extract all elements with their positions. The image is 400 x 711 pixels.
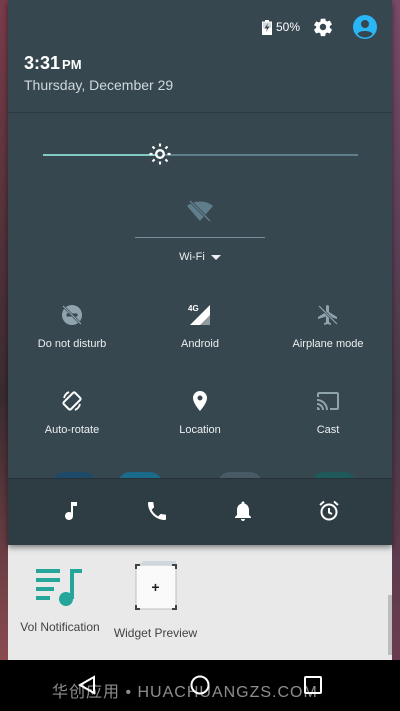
notification-actions bbox=[8, 499, 392, 523]
tile-android[interactable]: 4G Android bbox=[136, 303, 264, 350]
battery-indicator: 50% bbox=[261, 19, 300, 35]
battery-charging-icon bbox=[261, 19, 272, 35]
tile-airplane-mode[interactable]: Airplane mode bbox=[264, 303, 392, 350]
wifi-dropdown[interactable]: Wi-Fi bbox=[8, 251, 392, 263]
notification-shade[interactable]: 50% 3:31 PM Thursday, December 29 Wi-Fi … bbox=[8, 0, 392, 545]
wifi-label: Wi-Fi bbox=[179, 251, 205, 263]
airplane-icon bbox=[318, 305, 338, 325]
tile-cast[interactable]: Cast bbox=[264, 389, 392, 436]
notification-card[interactable] bbox=[8, 478, 392, 545]
rotate-icon bbox=[62, 391, 82, 411]
tile-label: Cast bbox=[316, 424, 340, 436]
vol-notification-icon bbox=[36, 569, 82, 606]
date[interactable]: Thursday, December 29 bbox=[24, 77, 173, 93]
clock[interactable]: 3:31 PM bbox=[24, 53, 82, 74]
app-vol-notification[interactable]: Vol Notification bbox=[20, 565, 100, 634]
brightness-slider[interactable] bbox=[43, 143, 358, 165]
app-label: Vol Notification bbox=[20, 620, 100, 634]
cellular-4g-icon: 4G bbox=[188, 304, 210, 325]
wallpaper-edge-right bbox=[392, 0, 400, 660]
watermark: 华创应用 • HUACHUANGZS.COM bbox=[52, 684, 318, 701]
clock-time: 3:31 bbox=[24, 53, 61, 73]
brightness-thumb-icon[interactable] bbox=[148, 142, 172, 166]
home-screen: Vol Notification + Widget Preview bbox=[8, 545, 392, 660]
app-label: Widget Preview bbox=[113, 626, 198, 640]
battery-percent: 50% bbox=[275, 20, 300, 34]
tile-label: Auto-rotate bbox=[44, 424, 100, 436]
tile-label: Do not disturb bbox=[37, 338, 107, 350]
tile-auto-rotate[interactable]: Auto-rotate bbox=[8, 389, 136, 436]
account-circle-icon[interactable] bbox=[352, 14, 378, 40]
status-row: 50% bbox=[261, 14, 378, 40]
tile-do-not-disturb[interactable]: Do not disturb bbox=[8, 303, 136, 350]
tile-location[interactable]: Location bbox=[136, 389, 264, 436]
location-pin-icon bbox=[193, 391, 207, 411]
tile-label: Location bbox=[179, 424, 221, 436]
wifi-divider bbox=[135, 237, 265, 238]
gear-icon[interactable] bbox=[312, 16, 334, 38]
chevron-down-icon bbox=[210, 254, 221, 260]
app-widget-preview[interactable]: + Widget Preview bbox=[108, 559, 203, 640]
cast-icon bbox=[317, 392, 339, 410]
phone-icon[interactable] bbox=[145, 499, 169, 523]
brightness-fill bbox=[43, 154, 160, 156]
tile-label: Android bbox=[181, 338, 219, 350]
tile-label: Airplane mode bbox=[292, 338, 364, 350]
clock-ampm: PM bbox=[62, 57, 82, 72]
bell-icon[interactable] bbox=[231, 499, 255, 523]
do-not-disturb-icon bbox=[62, 305, 82, 325]
music-note-icon[interactable] bbox=[59, 499, 83, 523]
widget-preview-badge: + bbox=[151, 579, 160, 595]
wallpaper-edge-left bbox=[0, 0, 8, 660]
cellular-badge: 4G bbox=[188, 304, 199, 313]
wifi-off-icon[interactable] bbox=[186, 199, 214, 223]
scrollbar[interactable] bbox=[388, 595, 392, 655]
alarm-icon[interactable] bbox=[317, 499, 341, 523]
quick-settings-panel: Wi-Fi Do not disturb 4G Android Airplane… bbox=[8, 113, 392, 478]
shade-header: 50% 3:31 PM Thursday, December 29 bbox=[8, 0, 392, 113]
